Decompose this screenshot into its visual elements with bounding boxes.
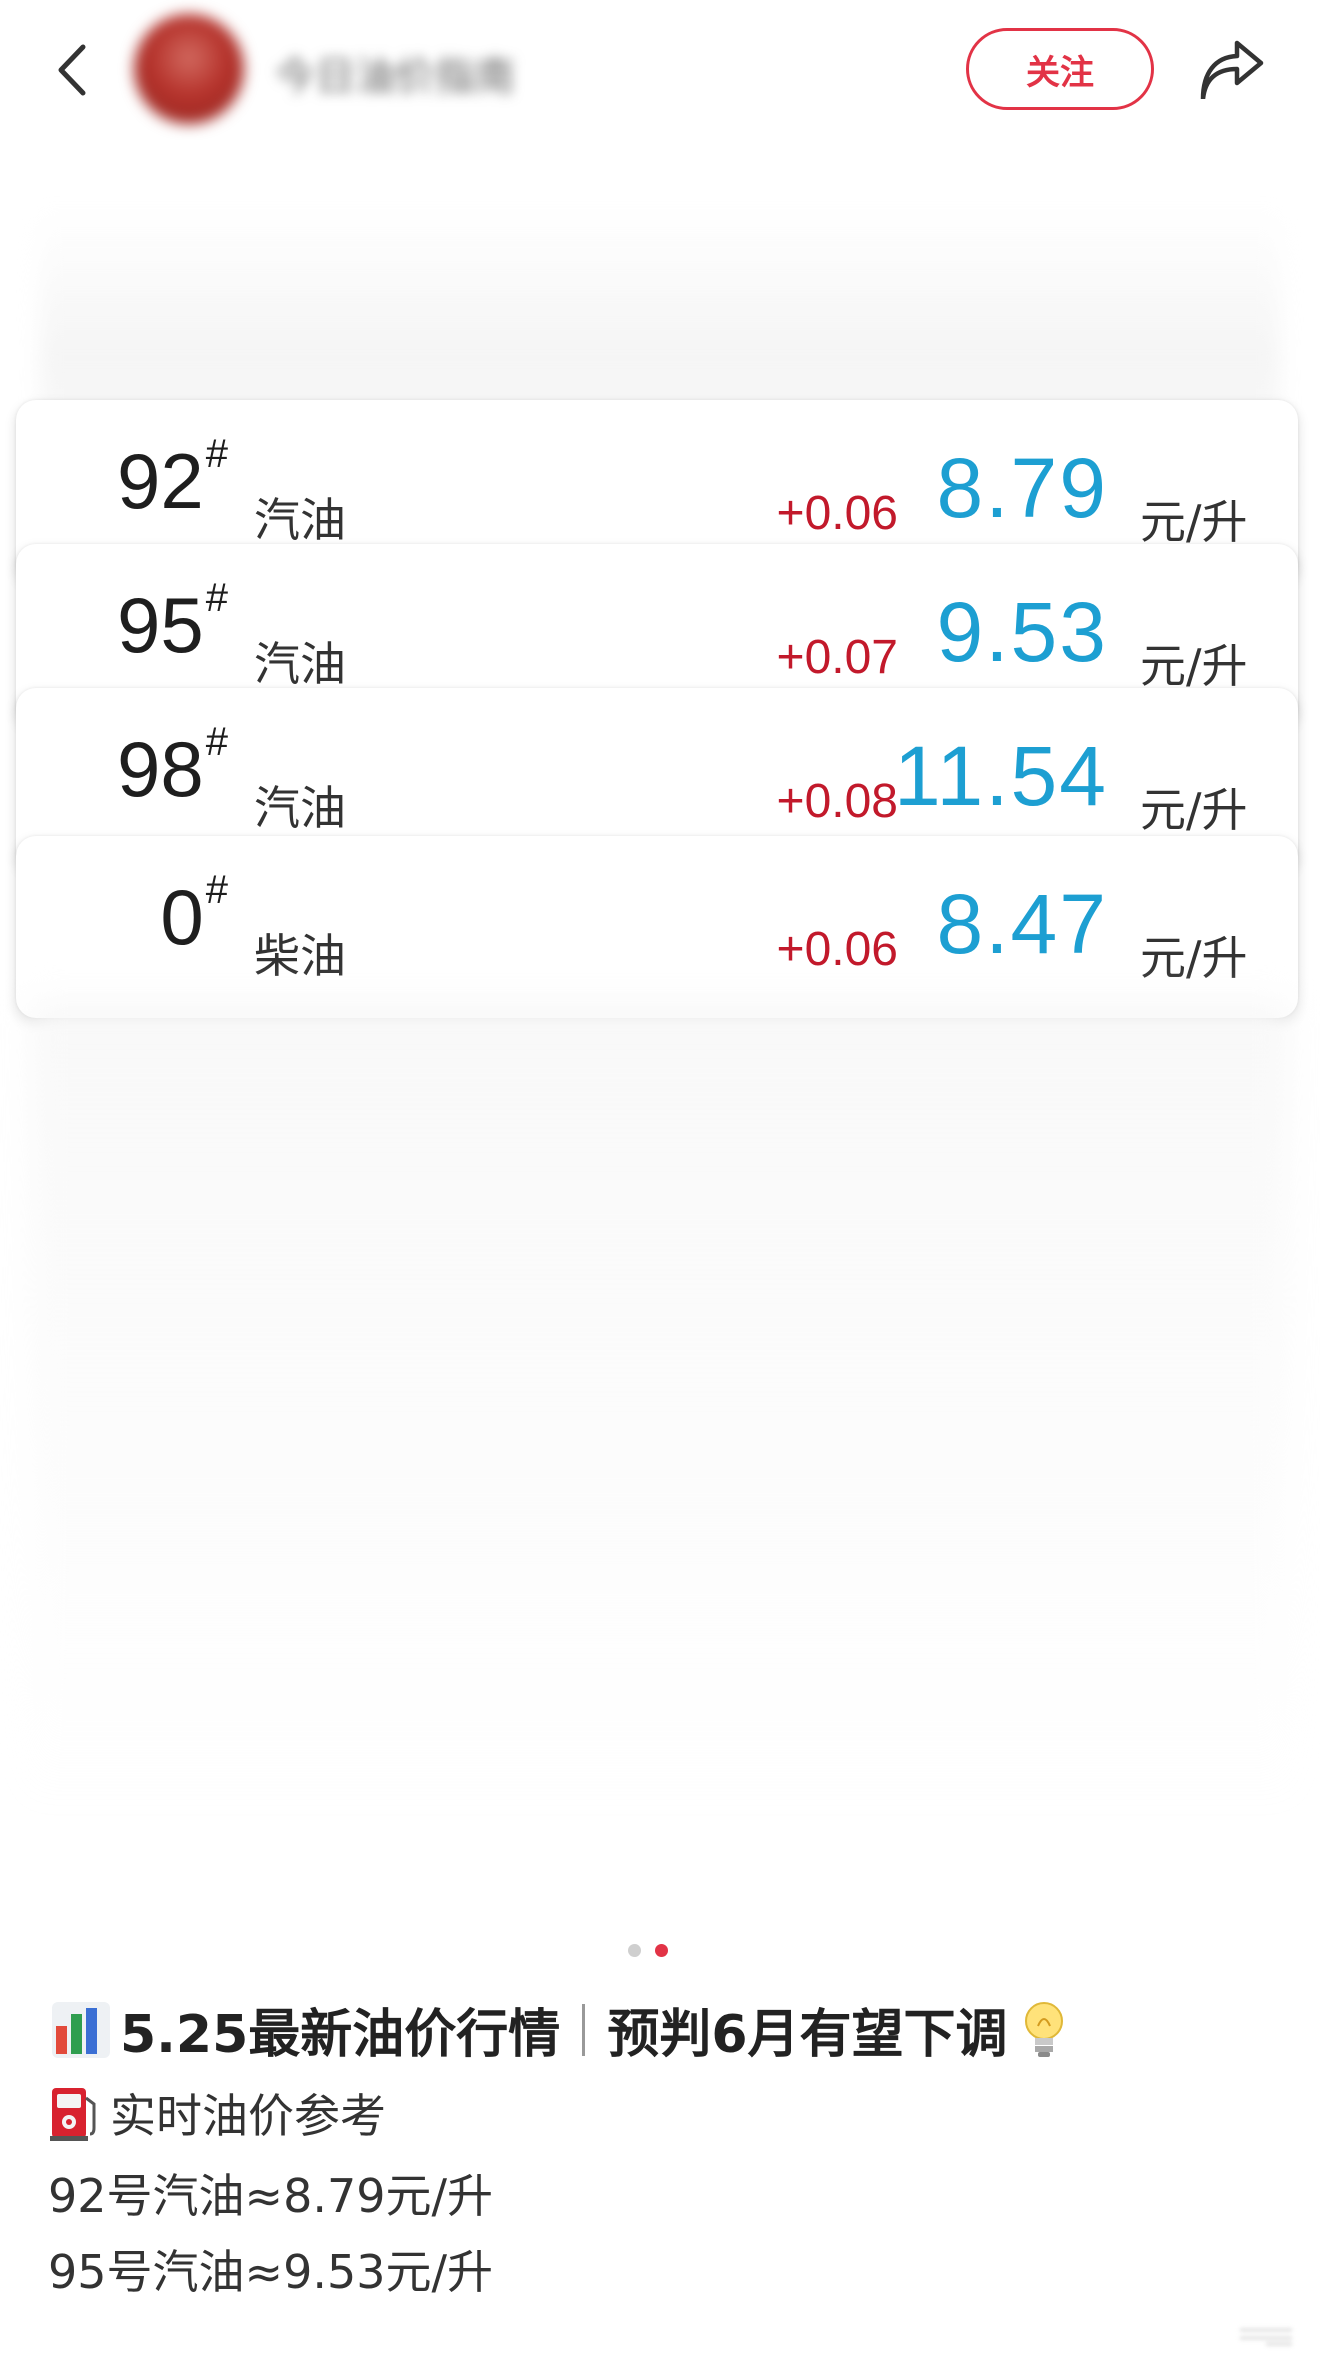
- fuel-grade: 98#: [116, 720, 228, 813]
- fuel-price: 11.54: [894, 729, 1108, 823]
- price-unit: 元/升: [1140, 495, 1248, 549]
- fuel-price: 8.79: [936, 441, 1108, 535]
- fuel-type: 柴油: [254, 929, 346, 983]
- back-button[interactable]: [48, 40, 96, 100]
- post-subtitle: 实时油价参考: [48, 2080, 386, 2146]
- image-pager: [628, 1944, 668, 1957]
- light-bulb-icon: [1022, 2000, 1066, 2060]
- price-line-92: 92号汽油≈8.79元/升: [48, 2169, 493, 2223]
- share-button[interactable]: [1192, 34, 1272, 104]
- fuel-grade: 95#: [116, 576, 228, 669]
- fuel-card-0: 0# 柴油 +0.06 8.47 元/升: [16, 836, 1298, 1018]
- fuel-type: 汽油: [254, 781, 346, 835]
- bar-chart-icon: [52, 2001, 110, 2058]
- top-bar: 今日油价指南 关注: [0, 0, 1320, 140]
- price-change: +0.08: [776, 775, 898, 828]
- price-line-95: 95号汽油≈9.53元/升: [48, 2245, 493, 2299]
- post-title-left: 5.25最新油价行情: [120, 2005, 561, 2065]
- subtitle-text: 实时油价参考: [110, 2089, 386, 2143]
- price-unit: 元/升: [1140, 639, 1248, 693]
- corner-watermark-icon: [1240, 2328, 1292, 2346]
- fuel-grade: 92#: [116, 432, 228, 525]
- avatar[interactable]: [134, 14, 244, 124]
- price-change: +0.07: [776, 631, 898, 684]
- blurred-background: [30, 1000, 1290, 1800]
- title-divider: [582, 2003, 586, 2056]
- post-image[interactable]: 距离下次调价 :11天 92# 汽油 +0.06 8.79 元/升 95# 汽油…: [0, 140, 1320, 1910]
- fuel-type: 汽油: [254, 493, 346, 547]
- fuel-type: 汽油: [254, 637, 346, 691]
- post-title-right: 预判6月有望下调: [607, 2005, 1008, 2065]
- price-unit: 元/升: [1140, 783, 1248, 837]
- fuel-price: 8.47: [936, 877, 1108, 971]
- price-unit: 元/升: [1140, 931, 1248, 985]
- follow-button[interactable]: 关注: [966, 28, 1154, 110]
- fuel-pump-icon: [48, 2084, 102, 2142]
- share-icon: [1200, 40, 1264, 99]
- back-icon: [58, 44, 86, 96]
- price-change: +0.06: [776, 923, 898, 976]
- price-change: +0.06: [776, 487, 898, 540]
- author-name[interactable]: 今日油价指南: [275, 44, 515, 102]
- fuel-price: 9.53: [936, 585, 1108, 679]
- post-title: 5.25最新油价行情 预判6月有望下调: [52, 1992, 1066, 2067]
- pager-dot-active[interactable]: [655, 1944, 668, 1957]
- pager-dot[interactable]: [628, 1944, 641, 1957]
- fuel-grade: 0#: [160, 868, 228, 961]
